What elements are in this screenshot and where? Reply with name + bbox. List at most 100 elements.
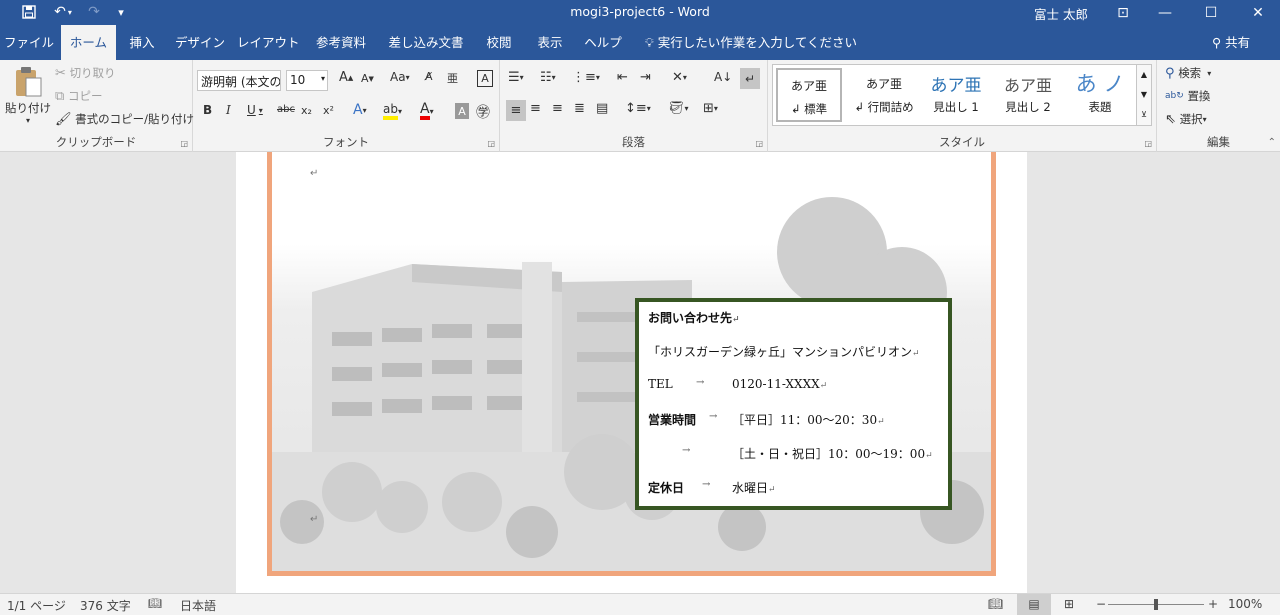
grow-font-button[interactable]: A ▲ [339,70,353,85]
user-name[interactable]: 富士 太郎 [1034,4,1088,23]
clipboard-group-label: クリップボード [55,135,137,149]
increase-indent-icon[interactable]: ⇥ [640,70,651,85]
minimize-button[interactable]: — [1143,0,1187,25]
align-center-icon[interactable]: ≡ [530,101,541,116]
style-heading2[interactable]: あア亜 見出し 2 [993,68,1063,122]
tab-help[interactable]: ヘルプ [580,25,626,60]
tab-review[interactable]: 校閲 [478,25,520,60]
enclose-characters-icon[interactable]: ㊫ [476,102,490,122]
proofing-icon[interactable]: 📖︎ [148,597,162,610]
font-size-value: 10 [290,73,306,87]
format-painter-button[interactable]: 🖌︎ 書式のコピー/貼り付け [55,111,194,127]
document-page[interactable]: ↵ ↵ お問い合わせ先↵ 「ホリスガーデン緑ヶ丘」マンションパビリオン↵ TEL… [236,152,1027,593]
tab-insert[interactable]: 挿入 [120,25,164,60]
show-formatting-marks-icon[interactable]: ↵ [740,68,760,89]
closed-value: 水曜日 [732,481,769,495]
borders-icon[interactable]: ⊞ ▾ [703,101,718,116]
clipboard-launcher-icon[interactable]: ◲ [180,139,188,148]
subscript-button[interactable]: x₂ [301,104,312,117]
superscript-button[interactable]: x² [323,104,334,117]
styles-launcher-icon[interactable]: ◲ [1144,139,1152,148]
style-heading2-name: 見出し 2 [1005,100,1051,114]
text-direction-icon[interactable]: ✕ ▾ [672,70,687,85]
paste-dropdown-icon[interactable]: ▾ [26,116,30,125]
paragraph-group: ☰ ▾ ☷ ▾ ⋮≡ ▾ ⇤ ⇥ ✕ ▾ A↓ ↵ ≡ ≡ ≡ ≣ ▤ ↕≡ ▾ 🪣︎ ▾ … [500,60,768,152]
style-gallery-scroll[interactable]: ▲ ▼ ⊻ [1137,64,1152,126]
word-count[interactable]: 376 文字 [80,597,131,614]
maximize-button[interactable]: ☐ [1189,0,1233,25]
font-color-icon[interactable]: A ▾ [420,102,434,120]
cut-button[interactable]: ✂ 切り取り [55,65,116,81]
web-layout-icon[interactable]: ⊞ [1064,597,1074,611]
page-count[interactable]: 1/1 ページ [7,597,66,614]
tab-file[interactable]: ファイル [0,25,58,60]
multilevel-list-icon[interactable]: ⋮≡ ▾ [572,70,600,85]
close-button[interactable]: ✕ [1236,0,1280,25]
pavilion-name: 「ホリスガーデン緑ヶ丘」マンションパビリオン [648,345,913,359]
zoom-out-button[interactable]: − [1096,597,1106,611]
style-title[interactable]: あ ノ 表題 [1065,68,1135,122]
align-left-icon[interactable]: ≡ [506,100,526,121]
replace-button[interactable]: ab↻ 置換 [1165,88,1210,104]
tab-layout[interactable]: レイアウト [237,25,300,60]
collapse-ribbon-icon[interactable]: ⌃ [1268,137,1276,148]
zoom-in-button[interactable]: + [1208,597,1218,611]
select-button[interactable]: ⇖ 選択 ▾ [1165,111,1207,127]
font-launcher-icon[interactable]: ◲ [487,139,495,148]
text-effects-icon[interactable]: A ▾ [353,102,367,118]
editing-group-label: 編集 [1207,135,1230,149]
tell-me-search[interactable]: 💡︎ 実行したい作業を入力してください [645,25,857,60]
highlight-color-icon[interactable]: ab ▾ [383,102,402,120]
language-indicator[interactable]: 日本語 [180,597,216,614]
find-button[interactable]: ⚲ 検索 ▾ [1165,65,1211,81]
share-button[interactable]: ⚲ 共有 [1212,25,1250,60]
shading-icon[interactable]: 🪣︎ ▾ [668,101,689,116]
font-size-combo[interactable]: 10 ▾ [286,70,328,91]
line-spacing-icon[interactable]: ↕≡ ▾ [625,101,651,116]
zoom-slider-thumb[interactable] [1154,599,1158,610]
decrease-indent-icon[interactable]: ⇤ [617,70,628,85]
numbering-icon[interactable]: ☷ ▾ [540,70,556,85]
hours-weekday: ［平日］11：00～20：30 [732,413,878,427]
copy-label: コピー [67,89,103,103]
tab-mailings[interactable]: 差し込み文書 [383,25,469,60]
tab-view[interactable]: 表示 [528,25,572,60]
clear-formatting-icon[interactable]: A̸ [425,70,433,83]
strikethrough-button[interactable]: abc [277,104,295,115]
tab-home[interactable]: ホーム [61,25,116,60]
read-mode-icon[interactable]: 📖︎ [988,597,1003,611]
justify-icon[interactable]: ≣ [574,101,585,116]
tel-value-wrap: 0120-11-XXXX↵ [732,377,828,391]
zoom-slider[interactable] [1108,599,1204,610]
style-normal-preview: あア亜 [790,79,827,93]
copy-button[interactable]: ⧉ コピー [55,88,102,104]
change-case-button[interactable]: Aa ▾ [390,70,410,84]
underline-button[interactable]: U ▾ [247,103,263,117]
character-shading-icon[interactable]: A [455,103,469,119]
zoom-level[interactable]: 100% [1228,597,1262,611]
bullets-icon[interactable]: ☰ ▾ [508,70,524,85]
bold-button[interactable]: B [203,103,212,117]
lightbulb-icon: 💡︎ [645,35,654,50]
contact-info-textbox[interactable]: お問い合わせ先↵ 「ホリスガーデン緑ヶ丘」マンションパビリオン↵ TEL → 0… [635,298,952,510]
paste-button[interactable]: 貼り付け ▾ [5,66,51,125]
align-right-icon[interactable]: ≡ [552,101,563,116]
ribbon-tab-bar: ファイル ホーム 挿入 デザイン レイアウト 参考資料 差し込み文書 校閲 表示… [0,25,1280,60]
ribbon-display-options-icon[interactable]: ⊡ [1101,0,1145,25]
paragraph-launcher-icon[interactable]: ◲ [755,139,763,148]
tab-design[interactable]: デザイン [170,25,230,60]
italic-button[interactable]: I [226,103,231,117]
phonetic-guide-icon[interactable]: 亜 [447,70,458,86]
shrink-font-button[interactable]: A ▼ [361,72,374,85]
print-layout-icon[interactable]: ▤ [1017,594,1051,615]
style-no-spacing[interactable]: あア亜 ↲ 行間詰め [849,68,919,122]
distributed-icon[interactable]: ▤ [596,101,608,116]
style-heading1[interactable]: あア亜 見出し 1 [921,68,991,122]
style-gallery: あア亜 ↲ 標準 あア亜 ↲ 行間詰め あア亜 見出し 1 あア亜 見出し 2 … [772,64,1137,126]
character-border-icon[interactable]: A [477,70,493,87]
sort-icon[interactable]: A↓ [714,70,732,84]
style-normal[interactable]: あア亜 ↲ 標準 [776,68,842,122]
tab-references[interactable]: 参考資料 [307,25,375,60]
tab-arrow: → [702,479,711,490]
font-name-combo[interactable]: 游明朝 (本文の [197,70,281,91]
